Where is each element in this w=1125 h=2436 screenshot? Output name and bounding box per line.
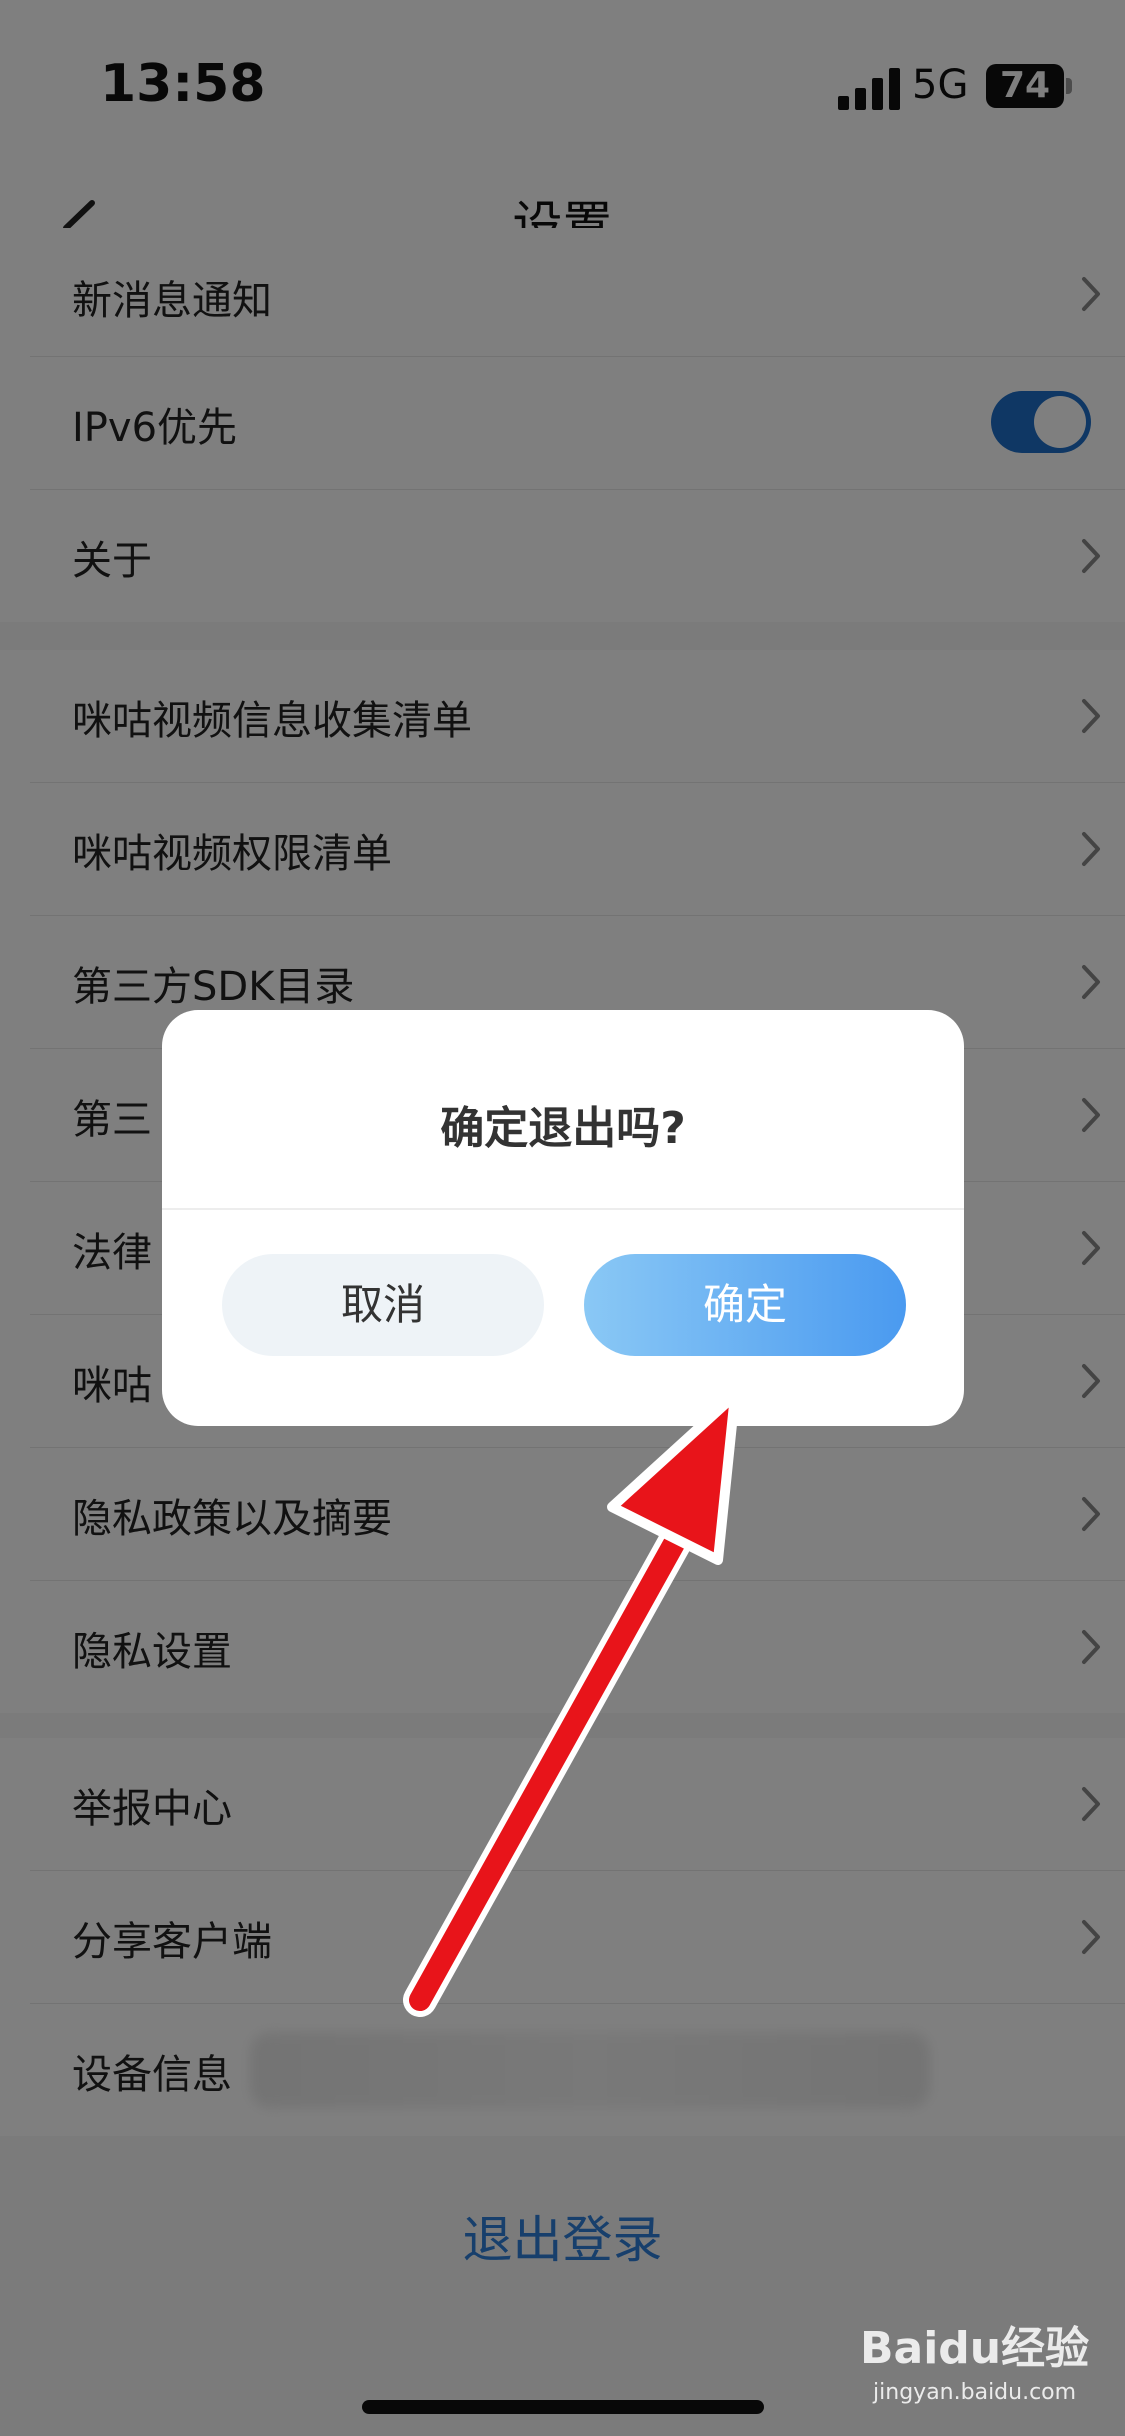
- logout-confirm-dialog: 确定退出吗? 取消 确定: [162, 1010, 964, 1426]
- dialog-title: 确定退出吗?: [440, 1103, 686, 1154]
- settings-screen: 13:58 5G 74 设置 新消息通知 IPv6优先 关于 咪咕视频信息收集清…: [0, 0, 1125, 2436]
- baidu-watermark: Baidu经验 jingyan.baidu.com: [860, 2312, 1089, 2405]
- dialog-divider: [162, 1208, 964, 1210]
- watermark-brand: Baidu经验: [860, 2323, 1090, 2374]
- watermark-url: jingyan.baidu.com: [873, 2380, 1077, 2405]
- cancel-button[interactable]: 取消: [222, 1254, 544, 1356]
- confirm-button[interactable]: 确定: [584, 1254, 906, 1356]
